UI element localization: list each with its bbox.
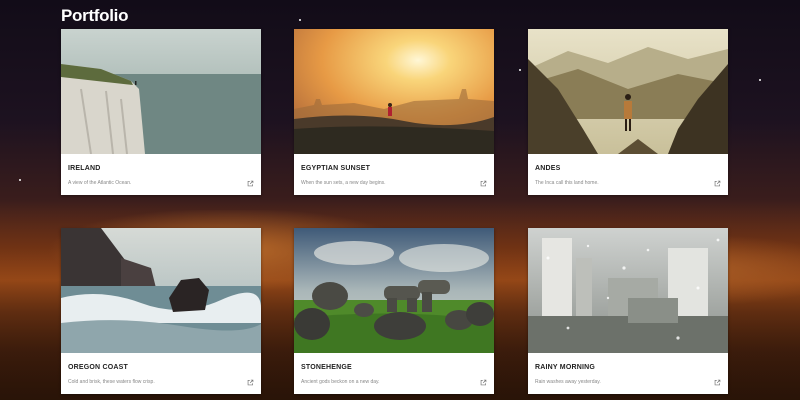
portfolio-card-stonehenge[interactable]: STONEHENGE Ancient gods beckon on a new …: [294, 228, 494, 394]
card-description: The Inca call this land home.: [535, 180, 599, 186]
card-description: Cold and brisk, these waters flow crisp.: [68, 379, 155, 385]
card-photo-egyptian-sunset[interactable]: [294, 29, 494, 154]
external-link-icon[interactable]: [714, 180, 721, 187]
page-title: Portfolio: [61, 6, 129, 25]
card-title: ANDES: [535, 165, 561, 172]
card-photo-oregon-coast[interactable]: [61, 228, 261, 353]
card-photo-stonehenge[interactable]: [294, 228, 494, 353]
card-title: IRELAND: [68, 165, 101, 172]
card-description: A view of the Atlantic Ocean.: [68, 180, 132, 186]
portfolio-card-rainy-morning[interactable]: RAINY MORNING Rain washes away yesterday…: [528, 228, 728, 394]
external-link-icon[interactable]: [480, 180, 487, 187]
card-description: When the sun sets, a new day begins.: [301, 180, 386, 186]
card-photo-andes[interactable]: [528, 29, 728, 154]
card-description: Rain washes away yesterday.: [535, 379, 601, 385]
card-description: Ancient gods beckon on a new day.: [301, 379, 380, 385]
card-title: STONEHENGE: [301, 364, 352, 371]
external-link-icon[interactable]: [247, 180, 254, 187]
card-photo-ireland[interactable]: [61, 29, 261, 154]
portfolio-card-oregon-coast[interactable]: OREGON COAST Cold and brisk, these water…: [61, 228, 261, 394]
card-photo-rainy-morning[interactable]: [528, 228, 728, 353]
external-link-icon[interactable]: [714, 379, 721, 386]
external-link-icon[interactable]: [247, 379, 254, 386]
card-title: RAINY MORNING: [535, 364, 596, 371]
portfolio-card-egyptian-sunset[interactable]: EGYPTIAN SUNSET When the sun sets, a new…: [294, 29, 494, 195]
portfolio-card-andes[interactable]: ANDES The Inca call this land home.: [528, 29, 728, 195]
card-title: OREGON COAST: [68, 364, 128, 371]
external-link-icon[interactable]: [480, 379, 487, 386]
portfolio-card-ireland[interactable]: IRELAND A view of the Atlantic Ocean.: [61, 29, 261, 195]
card-title: EGYPTIAN SUNSET: [301, 165, 371, 172]
